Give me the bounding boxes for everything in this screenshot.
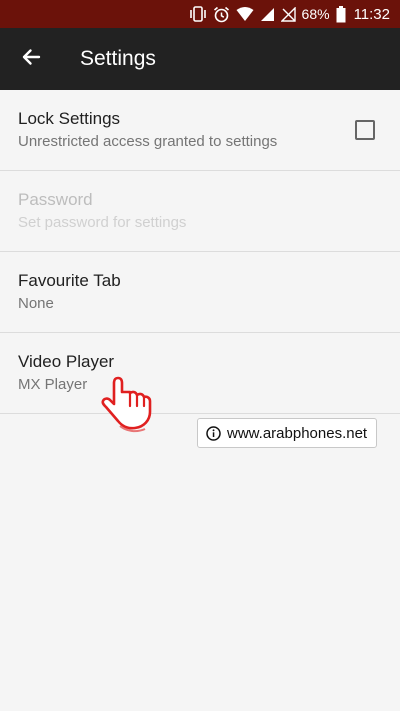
clock: 11:32 [353, 5, 390, 23]
app-bar: Settings [0, 28, 400, 90]
setting-subtitle: None [18, 295, 54, 312]
setting-favourite-tab[interactable]: Favourite Tab None [0, 252, 400, 333]
signal-icon [260, 0, 275, 28]
wifi-icon [236, 0, 254, 28]
alarm-icon [213, 0, 230, 28]
setting-password: Password Set password for settings [0, 171, 400, 252]
vibrate-icon [189, 0, 207, 28]
watermark-text: www.arabphones.net [227, 424, 368, 442]
lock-settings-checkbox[interactable] [355, 120, 375, 140]
setting-subtitle: MX Player [18, 376, 88, 393]
setting-subtitle: Set password for settings [18, 214, 187, 231]
setting-video-player[interactable]: Video Player MX Player [0, 333, 400, 414]
arrow-left-icon [21, 47, 41, 72]
setting-title: Lock Settings [18, 109, 121, 128]
setting-subtitle: Unrestricted access granted to settings [18, 133, 278, 150]
battery-percent: 68% [301, 6, 330, 22]
no-sim-icon [280, 0, 296, 28]
status-bar: 68% 11:32 [0, 0, 400, 28]
setting-title: Password [18, 190, 93, 209]
info-icon [206, 425, 221, 441]
setting-lock-settings[interactable]: Lock Settings Unrestricted access grante… [0, 90, 400, 171]
setting-title: Video Player [18, 352, 115, 371]
page-title: Settings [80, 47, 156, 70]
back-button[interactable] [0, 28, 62, 90]
watermark-badge: www.arabphones.net [197, 418, 378, 448]
settings-list: Lock Settings Unrestricted access grante… [0, 90, 400, 414]
battery-icon [336, 0, 346, 28]
setting-title: Favourite Tab [18, 271, 121, 290]
pointing-hand-icon [98, 374, 158, 434]
